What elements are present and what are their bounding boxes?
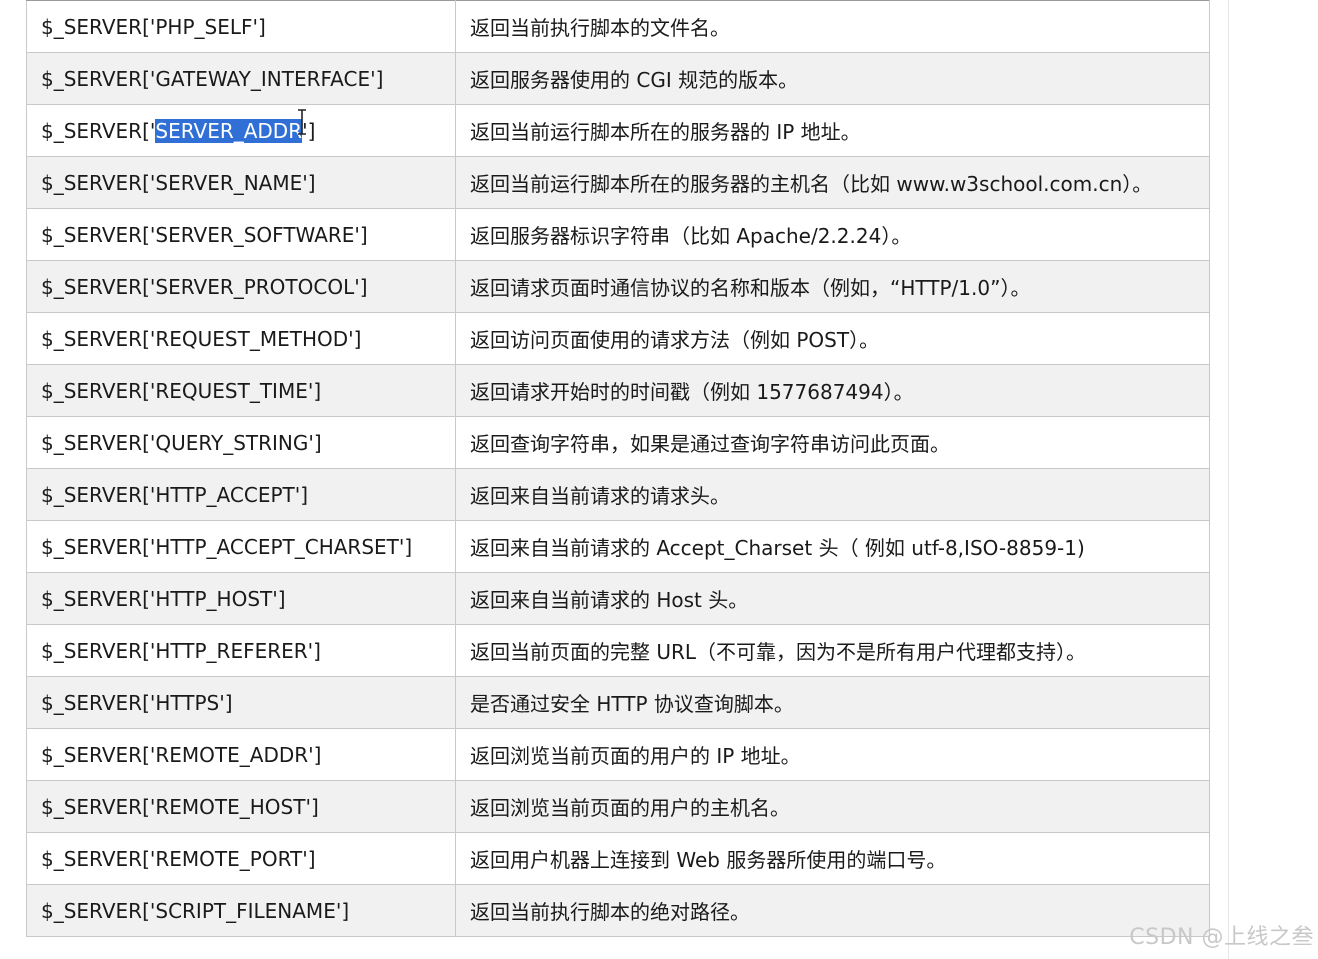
description-cell[interactable]: 返回当前运行脚本所在的服务器的 IP 地址。 <box>455 104 1210 157</box>
variable-cell[interactable]: $_SERVER['REQUEST_TIME'] <box>26 364 456 417</box>
variable-cell[interactable]: $_SERVER['HTTPS'] <box>26 676 456 729</box>
selected-text[interactable]: SERVER_ADDR <box>155 118 303 143</box>
variable-cell[interactable]: $_SERVER['REMOTE_PORT'] <box>26 832 456 885</box>
table-row: $_SERVER['REMOTE_HOST'] 返回浏览当前页面的用户的主机名。 <box>26 780 1210 833</box>
table-row: $_SERVER['HTTP_REFERER'] 返回当前页面的完整 URL（不… <box>26 624 1210 677</box>
description-cell[interactable]: 返回当前执行脚本的文件名。 <box>455 0 1210 53</box>
variable-cell[interactable]: $_SERVER['HTTP_ACCEPT_CHARSET'] <box>26 520 456 573</box>
description-cell[interactable]: 返回服务器标识字符串（比如 Apache/2.2.24）。 <box>455 208 1210 261</box>
description-cell[interactable]: 返回请求开始时的时间戳（例如 1577687494）。 <box>455 364 1210 417</box>
variable-cell[interactable]: $_SERVER['GATEWAY_INTERFACE'] <box>26 52 456 105</box>
description-cell[interactable]: 返回用户机器上连接到 Web 服务器所使用的端口号。 <box>455 832 1210 885</box>
table-row: $_SERVER['QUERY_STRING'] 返回查询字符串，如果是通过查询… <box>26 416 1210 469</box>
table-row: $_SERVER['HTTP_HOST'] 返回来自当前请求的 Host 头。 <box>26 572 1210 625</box>
variable-cell[interactable]: $_SERVER['SERVER_ADDR '] <box>26 104 456 157</box>
table-row: $_SERVER['SERVER_NAME'] 返回当前运行脚本所在的服务器的主… <box>26 156 1210 209</box>
description-cell[interactable]: 返回来自当前请求的 Host 头。 <box>455 572 1210 625</box>
description-cell[interactable]: 返回当前运行脚本所在的服务器的主机名（比如 www.w3school.com.c… <box>455 156 1210 209</box>
table-row: $_SERVER['HTTP_ACCEPT'] 返回来自当前请求的请求头。 <box>26 468 1210 521</box>
table-row: $_SERVER['REQUEST_METHOD'] 返回访问页面使用的请求方法… <box>26 312 1210 365</box>
description-cell[interactable]: 返回来自当前请求的 Accept_Charset 头（ 例如 utf-8,ISO… <box>455 520 1210 573</box>
table-row: $_SERVER['PHP_SELF'] 返回当前执行脚本的文件名。 <box>26 0 1210 53</box>
description-cell[interactable]: 返回访问页面使用的请求方法（例如 POST）。 <box>455 312 1210 365</box>
table-row: $_SERVER['HTTPS'] 是否通过安全 HTTP 协议查询脚本。 <box>26 676 1210 729</box>
table-row: $_SERVER['REMOTE_ADDR'] 返回浏览当前页面的用户的 IP … <box>26 728 1210 781</box>
variable-cell[interactable]: $_SERVER['SERVER_NAME'] <box>26 156 456 209</box>
variable-cell[interactable]: $_SERVER['REMOTE_ADDR'] <box>26 728 456 781</box>
table-row: $_SERVER['SERVER_ADDR '] 返回当前运行脚本所在的服务器的 … <box>26 104 1210 157</box>
table-row: $_SERVER['HTTP_ACCEPT_CHARSET'] 返回来自当前请求… <box>26 520 1210 573</box>
table-row: $_SERVER['REQUEST_TIME'] 返回请求开始时的时间戳（例如 … <box>26 364 1210 417</box>
table-row: $_SERVER['SERVER_PROTOCOL'] 返回请求页面时通信协议的… <box>26 260 1210 313</box>
description-cell[interactable]: 返回服务器使用的 CGI 规范的版本。 <box>455 52 1210 105</box>
variable-cell[interactable]: $_SERVER['SERVER_SOFTWARE'] <box>26 208 456 261</box>
variable-cell[interactable]: $_SERVER['QUERY_STRING'] <box>26 416 456 469</box>
description-cell[interactable]: 返回当前页面的完整 URL（不可靠，因为不是所有用户代理都支持）。 <box>455 624 1210 677</box>
variable-cell[interactable]: $_SERVER['SCRIPT_FILENAME'] <box>26 884 456 937</box>
server-variables-table: $_SERVER['PHP_SELF'] 返回当前执行脚本的文件名。 $_SER… <box>26 0 1210 937</box>
description-cell[interactable]: 返回查询字符串，如果是通过查询字符串访问此页面。 <box>455 416 1210 469</box>
table-row: $_SERVER['GATEWAY_INTERFACE'] 返回服务器使用的 C… <box>26 52 1210 105</box>
description-cell[interactable]: 返回浏览当前页面的用户的主机名。 <box>455 780 1210 833</box>
variable-cell[interactable]: $_SERVER['HTTP_REFERER'] <box>26 624 456 677</box>
description-cell[interactable]: 返回当前执行脚本的绝对路径。 <box>455 884 1210 937</box>
variable-cell[interactable]: $_SERVER['REQUEST_METHOD'] <box>26 312 456 365</box>
table-row: $_SERVER['REMOTE_PORT'] 返回用户机器上连接到 Web 服… <box>26 832 1210 885</box>
table-row: $_SERVER['SCRIPT_FILENAME'] 返回当前执行脚本的绝对路… <box>26 884 1210 937</box>
variable-cell[interactable]: $_SERVER['HTTP_HOST'] <box>26 572 456 625</box>
description-cell[interactable]: 返回浏览当前页面的用户的 IP 地址。 <box>455 728 1210 781</box>
table-row: $_SERVER['SERVER_SOFTWARE'] 返回服务器标识字符串（比… <box>26 208 1210 261</box>
description-cell[interactable]: 是否通过安全 HTTP 协议查询脚本。 <box>455 676 1210 729</box>
variable-prefix: $_SERVER[' <box>41 118 156 143</box>
watermark: CSDN @上线之叁 <box>1129 925 1314 950</box>
description-cell[interactable]: 返回来自当前请求的请求头。 <box>455 468 1210 521</box>
page-divider <box>1228 0 1229 959</box>
description-cell[interactable]: 返回请求页面时通信协议的名称和版本（例如，“HTTP/1.0”）。 <box>455 260 1210 313</box>
variable-cell[interactable]: $_SERVER['REMOTE_HOST'] <box>26 780 456 833</box>
page: $_SERVER['PHP_SELF'] 返回当前执行脚本的文件名。 $_SER… <box>0 0 1318 959</box>
variable-cell[interactable]: $_SERVER['PHP_SELF'] <box>26 0 456 53</box>
variable-cell[interactable]: $_SERVER['HTTP_ACCEPT'] <box>26 468 456 521</box>
variable-cell[interactable]: $_SERVER['SERVER_PROTOCOL'] <box>26 260 456 313</box>
